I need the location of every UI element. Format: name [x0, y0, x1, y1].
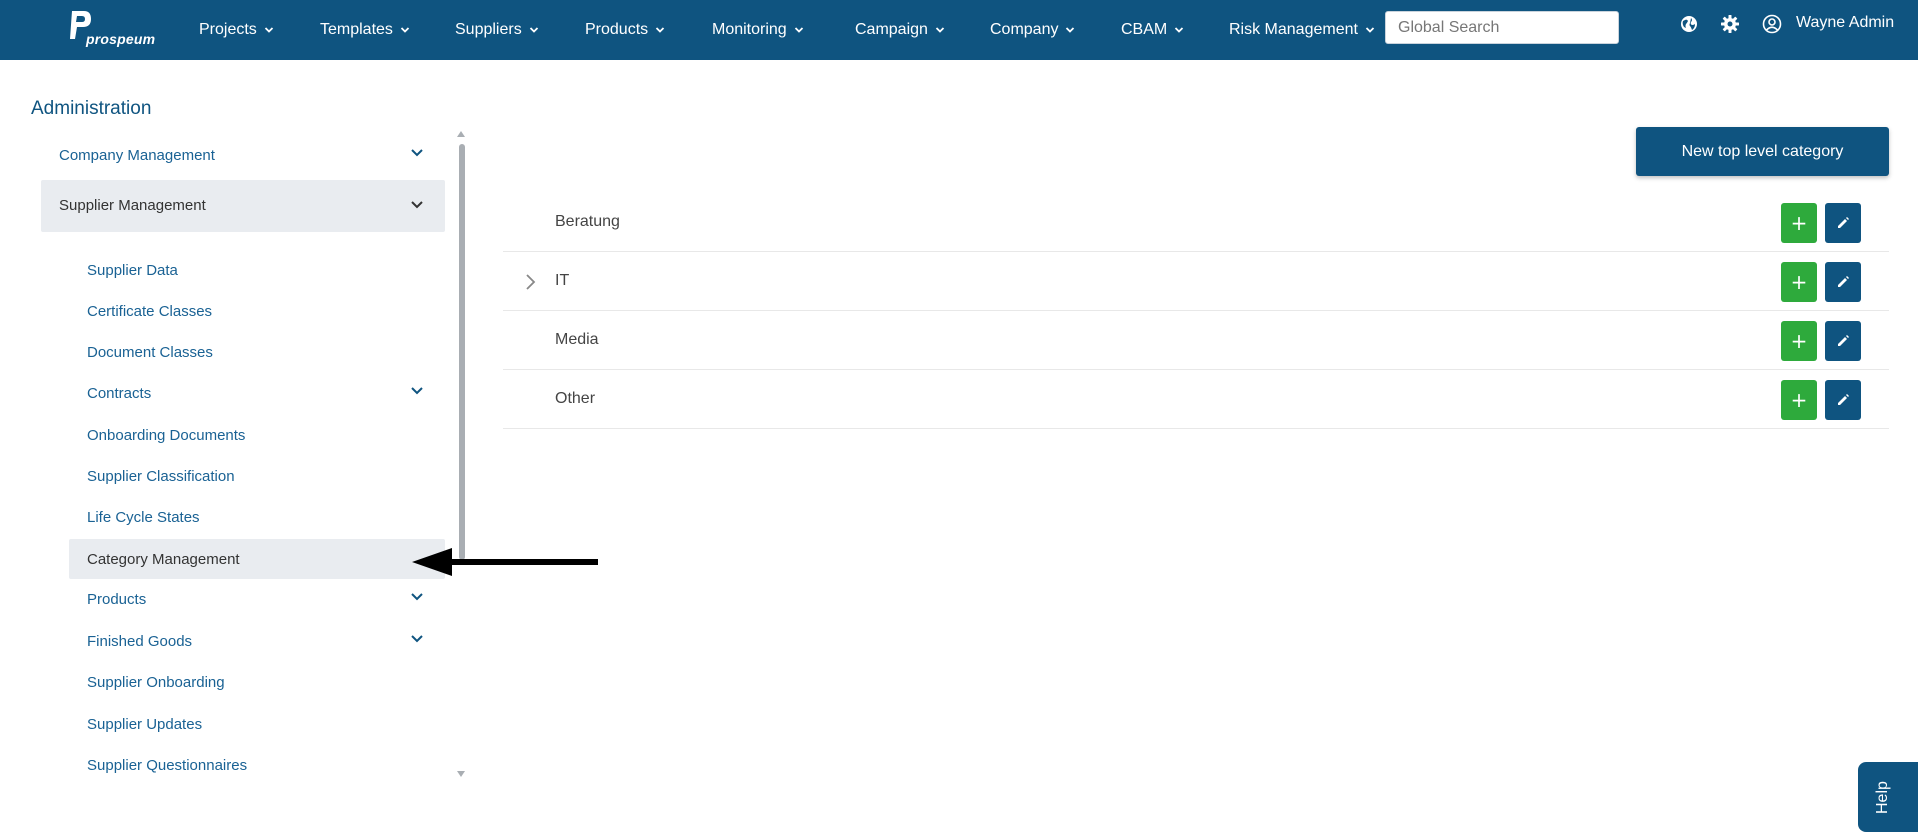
nav-label: Risk Management	[1229, 21, 1358, 38]
sidebar-group-label: Company Management	[59, 147, 215, 164]
nav-label: Monitoring	[712, 21, 787, 38]
pointer-arrow-icon	[412, 548, 598, 576]
category-row: Media +	[503, 311, 1889, 370]
pencil-icon	[1838, 217, 1849, 228]
category-row: Other +	[503, 370, 1889, 429]
user-name[interactable]: Wayne Admin	[1796, 14, 1894, 32]
category-name: Media	[555, 331, 599, 348]
pencil-icon	[1838, 276, 1849, 287]
pencil-icon	[1838, 335, 1849, 346]
nav-campaign[interactable]: Campaign	[855, 0, 945, 60]
nav-monitoring[interactable]: Monitoring	[712, 0, 804, 60]
nav-cbam[interactable]: CBAM	[1121, 0, 1184, 60]
new-top-level-category-button[interactable]: New top level category	[1636, 127, 1889, 176]
globe-icon[interactable]	[1678, 13, 1700, 35]
sidebar-group-supplier-management[interactable]: Supplier Management	[41, 180, 445, 232]
add-subcategory-button[interactable]: +	[1781, 203, 1817, 243]
sidebar-item-supplier-data[interactable]: Supplier Data	[87, 262, 178, 279]
sidebar-item-finished-goods[interactable]: Finished Goods	[87, 633, 192, 650]
sidebar-item-category-management[interactable]: Category Management	[69, 539, 445, 579]
sidebar-item-supplier-classification[interactable]: Supplier Classification	[87, 468, 235, 485]
chevron-down-icon	[400, 27, 410, 33]
category-row: IT +	[503, 252, 1889, 311]
scroll-up-arrow-icon[interactable]	[456, 130, 466, 138]
sidebar-item-document-classes[interactable]: Document Classes	[87, 344, 213, 361]
nav-risk-management[interactable]: Risk Management	[1229, 0, 1375, 60]
user-circle-icon[interactable]	[1761, 13, 1783, 35]
nav-projects[interactable]: Projects	[199, 0, 274, 60]
prospeum-logo[interactable]: prospeum	[68, 9, 155, 47]
help-label: Help	[1874, 781, 1891, 814]
edit-category-button[interactable]	[1825, 321, 1861, 361]
chevron-down-icon	[794, 27, 803, 33]
nav-label: Campaign	[855, 21, 928, 38]
nav-label: Company	[990, 21, 1059, 38]
chevron-down-icon	[656, 27, 665, 33]
chevron-down-icon	[529, 27, 538, 33]
top-navigation-bar: prospeum Projects Templates Suppliers Pr…	[0, 0, 1918, 60]
chevron-right-icon[interactable]	[525, 273, 537, 291]
sidebar-item-supplier-questionnaires[interactable]: Supplier Questionnaires	[87, 757, 247, 774]
chevron-down-icon	[935, 27, 945, 33]
sidebar-item-supplier-updates[interactable]: Supplier Updates	[87, 716, 202, 733]
sidebar-group-label: Supplier Management	[59, 197, 206, 214]
category-name: IT	[555, 272, 570, 289]
edit-category-button[interactable]	[1825, 203, 1861, 243]
edit-category-button[interactable]	[1825, 262, 1861, 302]
chevron-down-icon	[411, 149, 423, 157]
chevron-down-icon	[1175, 27, 1184, 33]
sidebar-scrollbar-thumb[interactable]	[459, 144, 465, 560]
chevron-down-icon[interactable]	[410, 634, 424, 644]
chevron-down-icon	[1066, 27, 1075, 33]
nav-suppliers[interactable]: Suppliers	[455, 0, 539, 60]
logo-text: prospeum	[86, 31, 156, 47]
add-subcategory-button[interactable]: +	[1781, 262, 1817, 302]
sidebar-item-certificate-classes[interactable]: Certificate Classes	[87, 303, 212, 320]
sidebar-item-supplier-onboarding[interactable]: Supplier Onboarding	[87, 674, 225, 691]
nav-label: Projects	[199, 21, 257, 38]
sidebar-item-products[interactable]: Products	[87, 591, 146, 608]
nav-label: CBAM	[1121, 21, 1168, 38]
nav-label: Suppliers	[455, 21, 522, 38]
sidebar-item-label: Category Management	[87, 551, 240, 568]
nav-templates[interactable]: Templates	[320, 0, 410, 60]
category-row: Beratung +	[503, 193, 1889, 252]
administration-title: Administration	[31, 98, 152, 119]
sidebar-item-life-cycle-states[interactable]: Life Cycle States	[87, 509, 200, 526]
category-name: Other	[555, 390, 596, 407]
help-tab[interactable]: Help	[1858, 762, 1918, 832]
chevron-down-icon[interactable]	[410, 592, 424, 602]
nav-label: Products	[585, 21, 649, 38]
global-search-input[interactable]	[1385, 11, 1619, 44]
sidebar-group-company-management[interactable]: Company Management	[41, 130, 445, 182]
nav-label: Templates	[320, 21, 393, 38]
chevron-down-icon	[1365, 27, 1375, 33]
gear-icon[interactable]	[1719, 13, 1741, 35]
scroll-down-arrow-icon[interactable]	[456, 770, 466, 778]
category-name: Beratung	[555, 213, 620, 230]
sidebar-item-contracts[interactable]: Contracts	[87, 385, 151, 402]
add-subcategory-button[interactable]: +	[1781, 321, 1817, 361]
edit-category-button[interactable]	[1825, 380, 1861, 420]
chevron-down-icon[interactable]	[410, 386, 424, 396]
nav-products[interactable]: Products	[585, 0, 665, 60]
add-subcategory-button[interactable]: +	[1781, 380, 1817, 420]
chevron-down-icon	[411, 201, 423, 209]
nav-company[interactable]: Company	[990, 0, 1075, 60]
pencil-icon	[1838, 394, 1849, 405]
sidebar-item-onboarding-documents[interactable]: Onboarding Documents	[87, 427, 245, 444]
chevron-down-icon	[264, 27, 273, 33]
